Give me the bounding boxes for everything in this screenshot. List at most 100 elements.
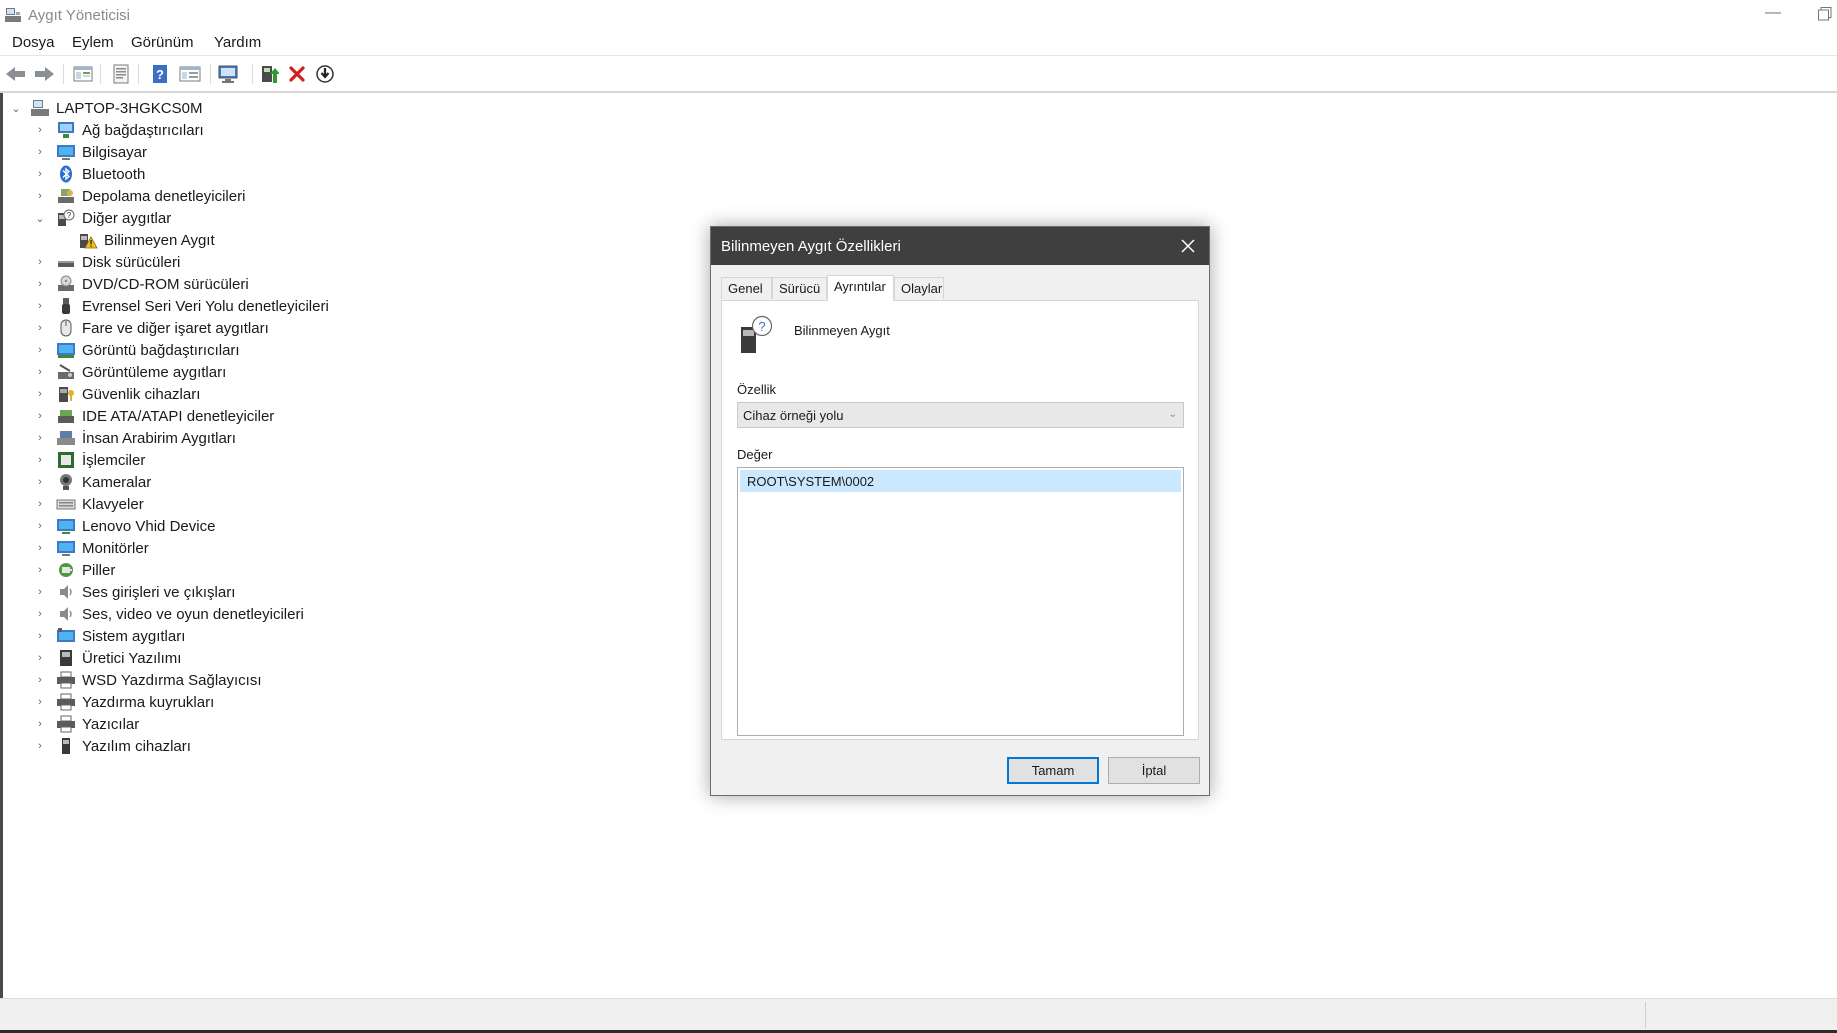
chevron-right-icon[interactable]: ›	[32, 540, 48, 556]
processor-icon	[58, 452, 74, 468]
tree-item-lenovo-vhid[interactable]: › Lenovo Vhid Device	[32, 515, 215, 537]
chevron-right-icon[interactable]: ›	[32, 584, 48, 600]
disable-icon[interactable]	[312, 61, 338, 87]
tree-item-diger-aygitlar[interactable]: ⌄ ? Diğer aygıtlar	[32, 207, 171, 229]
tree-item-guvenlik[interactable]: › Güvenlik cihazları	[32, 383, 200, 405]
forward-icon[interactable]	[31, 61, 57, 87]
chevron-right-icon[interactable]: ›	[32, 628, 48, 644]
dialog-title-bar[interactable]: Bilinmeyen Aygıt Özellikleri	[711, 227, 1209, 265]
tab-genel[interactable]: Genel	[721, 277, 772, 299]
chevron-right-icon[interactable]: ›	[32, 254, 48, 270]
chevron-right-icon[interactable]: ›	[32, 166, 48, 182]
cancel-button[interactable]: İptal	[1108, 757, 1200, 784]
chevron-right-icon[interactable]: ›	[32, 474, 48, 490]
chevron-right-icon[interactable]: ›	[32, 606, 48, 622]
disk-drive-icon	[58, 261, 74, 267]
tree-item-yazdirma-kuyruklari[interactable]: › Yazdırma kuyrukları	[32, 691, 214, 713]
chevron-right-icon[interactable]: ›	[32, 342, 48, 358]
tab-olaylar[interactable]: Olaylar	[894, 277, 944, 299]
firmware-icon	[60, 650, 72, 666]
chevron-right-icon[interactable]: ›	[32, 122, 48, 138]
chevron-right-icon[interactable]: ›	[32, 716, 48, 732]
tree-item-fare[interactable]: › Fare ve diğer işaret aygıtları	[32, 317, 269, 339]
tree-item-yazilim-cihazlari[interactable]: › Yazılım cihazları	[32, 735, 191, 757]
display-adapter-icon	[57, 343, 75, 358]
close-icon[interactable]	[1177, 235, 1199, 257]
property-select[interactable]: Cihaz örneği yolu ⌄	[737, 402, 1184, 428]
minimize-button[interactable]: —	[1758, 4, 1788, 26]
tree-item-piller[interactable]: › Piller	[32, 559, 115, 581]
chevron-right-icon[interactable]: ›	[32, 562, 48, 578]
chevron-right-icon[interactable]: ›	[32, 496, 48, 512]
view-resources-icon[interactable]	[177, 61, 203, 87]
chevron-right-icon[interactable]: ›	[32, 694, 48, 710]
chevron-right-icon[interactable]: ›	[32, 452, 48, 468]
tree-item-goruntu-bagdastiricilari[interactable]: › Görüntü bağdaştırıcıları	[32, 339, 239, 361]
chevron-right-icon[interactable]: ›	[32, 518, 48, 534]
tree-item-monitorler[interactable]: › Monitörler	[32, 537, 149, 559]
chevron-right-icon[interactable]: ›	[32, 364, 48, 380]
uninstall-icon[interactable]	[284, 61, 310, 87]
tree-item-klavyeler[interactable]: › Klavyeler	[32, 493, 144, 515]
help-icon[interactable]: ?	[147, 61, 173, 87]
chevron-right-icon[interactable]: ›	[32, 386, 48, 402]
tab-surucu[interactable]: Sürücü	[772, 277, 827, 299]
chevron-right-icon[interactable]: ›	[32, 408, 48, 424]
toolbar-separator	[100, 64, 101, 84]
show-hide-tree-icon[interactable]	[70, 61, 96, 87]
tree-item-depolama[interactable]: › Depolama denetleyicileri	[32, 185, 245, 207]
back-icon[interactable]	[3, 61, 29, 87]
tree-item-label: Diğer aygıtlar	[82, 209, 172, 227]
tree-item-uretici-yazilimi[interactable]: › Üretici Yazılımı	[32, 647, 181, 669]
tree-item-ses-video[interactable]: › Ses, video ve oyun denetleyicileri	[32, 603, 304, 625]
chevron-right-icon[interactable]: ›	[32, 650, 48, 666]
update-driver-icon[interactable]	[256, 61, 282, 87]
dialog-title: Bilinmeyen Aygıt Özellikleri	[721, 238, 901, 255]
scan-hardware-icon[interactable]	[216, 61, 242, 87]
tree-item-ses-girisleri[interactable]: › Ses girişleri ve çıkışları	[32, 581, 235, 603]
chevron-right-icon[interactable]: ›	[32, 276, 48, 292]
tree-item-sistem[interactable]: › Sistem aygıtları	[32, 625, 185, 647]
tree-item-islemciler[interactable]: › İşlemciler	[32, 449, 145, 471]
properties-icon[interactable]	[108, 61, 134, 87]
tree-item-insan-arabirim[interactable]: › İnsan Arabirim Aygıtları	[32, 427, 236, 449]
chevron-down-icon[interactable]: ⌄	[8, 100, 24, 116]
tree-item-label: Sistem aygıtları	[82, 627, 186, 645]
ok-button[interactable]: Tamam	[1007, 757, 1099, 784]
chevron-right-icon[interactable]: ›	[32, 188, 48, 204]
tab-ayrintilar[interactable]: Ayrıntılar	[827, 275, 894, 301]
chevron-right-icon[interactable]: ›	[32, 144, 48, 160]
tree-item-dvd[interactable]: › DVD/CD-ROM sürücüleri	[32, 273, 249, 295]
chevron-down-icon[interactable]: ⌄	[32, 210, 48, 226]
tree-item-kameralar[interactable]: › Kameralar	[32, 471, 151, 493]
tree-item-label: Güvenlik cihazları	[82, 385, 201, 403]
chevron-right-icon[interactable]: ›	[32, 738, 48, 754]
tree-item-disk-suruculeri[interactable]: › Disk sürücüleri	[32, 251, 180, 273]
tree-item-label: Disk sürücüleri	[82, 253, 181, 271]
tree-item-yazicilar[interactable]: › Yazıcılar	[32, 713, 139, 735]
tree-item-ag-bagdastiricilari[interactable]: › Ağ bağdaştırıcıları	[32, 119, 204, 141]
value-listbox[interactable]: ROOT\SYSTEM\0002	[737, 467, 1184, 736]
tree-item-bilinmeyen-aygit[interactable]: Bilinmeyen Aygıt	[70, 229, 215, 251]
tree-item-goruntuleme[interactable]: › Görüntüleme aygıtları	[32, 361, 226, 383]
property-label: Özellik	[737, 382, 777, 397]
tree-item-label: DVD/CD-ROM sürücüleri	[82, 275, 249, 293]
tree-item-usb[interactable]: › Evrensel Seri Veri Yolu denetleyiciler…	[32, 295, 329, 317]
tree-root[interactable]: ⌄ LAPTOP-3HGKCS0M	[8, 97, 202, 119]
menu-eylem[interactable]: Eylem	[72, 34, 114, 51]
chevron-right-icon[interactable]: ›	[32, 320, 48, 336]
maximize-button[interactable]	[1817, 6, 1833, 22]
menu-gorunum[interactable]: Görünüm	[131, 34, 194, 51]
chevron-right-icon[interactable]: ›	[32, 672, 48, 688]
device-manager-app-icon	[5, 8, 21, 22]
menu-yardim[interactable]: Yardım	[214, 34, 261, 51]
list-item[interactable]: ROOT\SYSTEM\0002	[740, 470, 1181, 492]
tree-item-bilgisayar[interactable]: › Bilgisayar	[32, 141, 147, 163]
chevron-right-icon[interactable]: ›	[32, 298, 48, 314]
tree-item-ide[interactable]: › IDE ATA/ATAPI denetleyiciler	[32, 405, 274, 427]
chevron-right-icon[interactable]: ›	[32, 430, 48, 446]
menu-dosya[interactable]: Dosya	[12, 34, 55, 51]
computer-icon	[57, 145, 75, 160]
tree-item-bluetooth[interactable]: › Bluetooth	[32, 163, 145, 185]
tree-item-wsd[interactable]: › WSD Yazdırma Sağlayıcısı	[32, 669, 262, 691]
